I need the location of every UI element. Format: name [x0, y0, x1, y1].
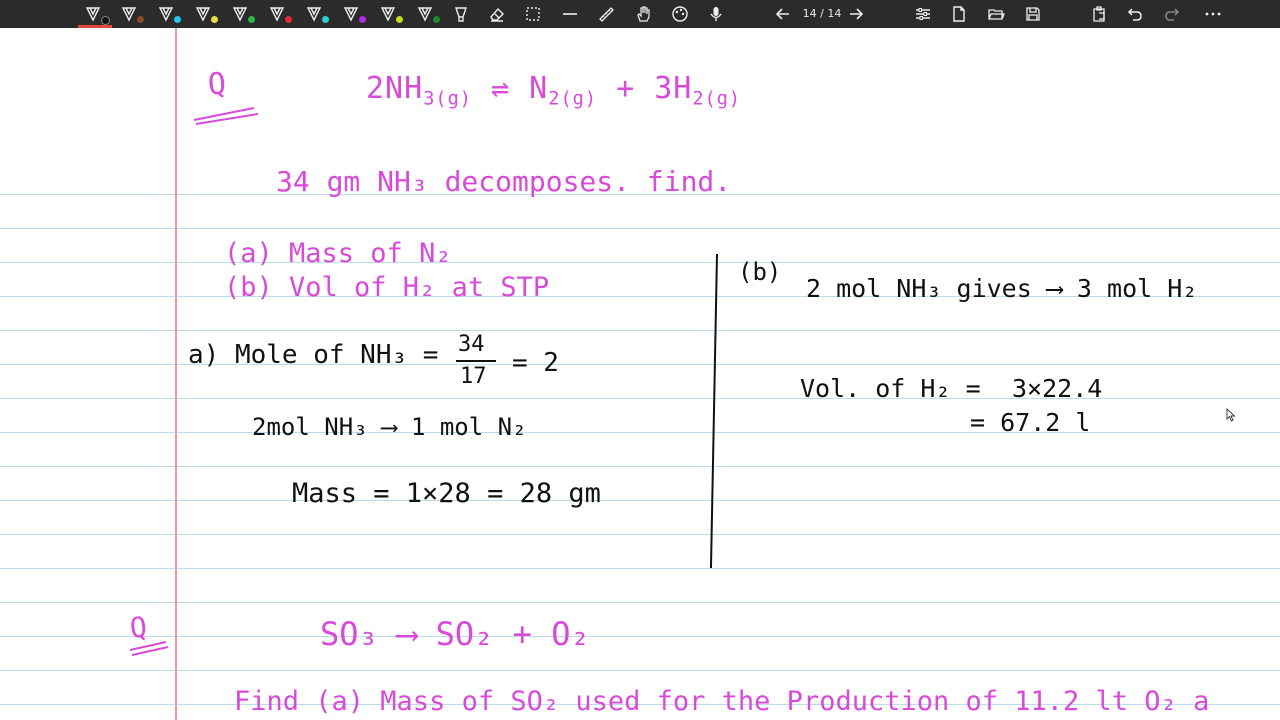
solution-a-fraction-numerator: 34	[458, 332, 485, 357]
more-options-button[interactable]	[1200, 2, 1226, 26]
line-tool[interactable]	[557, 2, 583, 26]
hand-tool[interactable]	[630, 2, 656, 26]
redo-button[interactable]	[1159, 2, 1185, 26]
color-dot-teal	[322, 16, 329, 23]
new-page-button[interactable]	[946, 2, 972, 26]
more-icon	[1205, 12, 1221, 16]
solution-b-ratio: 2 mol NH₃ gives ⟶ 3 mol H₂	[806, 274, 1198, 303]
settings-icon	[916, 8, 930, 20]
line-tool-icon	[563, 13, 577, 15]
redo-icon	[1165, 8, 1180, 21]
color-dot-green	[248, 16, 255, 23]
ruler-tool[interactable]	[593, 2, 619, 26]
ruler-icon	[599, 7, 614, 22]
solution-b-label: (b)	[738, 258, 782, 286]
microphone-button[interactable]	[703, 2, 729, 26]
solution-a-ratio: 2mol NH₃ ⟶ 1 mol N₂	[252, 413, 527, 441]
previous-page-button[interactable]	[770, 2, 796, 26]
solution-b-volume-result: = 67.2 l	[970, 408, 1091, 437]
ruled-line	[0, 262, 1280, 263]
toolbar: 14 / 14	[0, 0, 1280, 28]
ruled-line	[0, 568, 1280, 569]
palette-button[interactable]	[667, 2, 693, 26]
paste-button[interactable]	[1086, 2, 1112, 26]
settings-button[interactable]	[910, 2, 936, 26]
ruled-line	[0, 636, 1280, 637]
color-dot-lime	[396, 16, 403, 23]
column-divider	[709, 254, 718, 568]
margin-line	[175, 28, 177, 720]
color-dot-yellow	[211, 16, 218, 23]
solution-a-fraction-denominator: 17	[460, 364, 487, 389]
mouse-cursor-icon	[1226, 408, 1236, 422]
solution-a-mole: a) Mole of NH₃ =	[188, 340, 439, 370]
pen-icon	[380, 7, 396, 22]
pen-icon	[343, 7, 359, 22]
solution-b-volume: Vol. of H₂ =	[800, 374, 981, 403]
pen-icon	[306, 7, 322, 22]
pen-icon	[85, 7, 101, 22]
color-dot-cyan	[174, 16, 181, 23]
previous-page-icon	[775, 8, 789, 20]
next-page-button[interactable]	[843, 2, 869, 26]
color-dot-darkgreen	[433, 16, 440, 23]
color-dot-black	[101, 16, 110, 25]
clipboard-icon	[1093, 6, 1105, 22]
lasso-select-tool[interactable]	[520, 2, 546, 26]
save-icon	[1026, 7, 1040, 21]
eraser-tool[interactable]	[484, 2, 510, 26]
notebook-canvas[interactable]: Q 2NH3(g) ⇌ N2(g) + 3H2(g) 34 gm NH₃ dec…	[0, 28, 1280, 720]
ruled-line	[0, 500, 1280, 501]
question-1-underline	[193, 107, 259, 125]
pen-icon	[232, 7, 248, 22]
pen-icon	[158, 7, 174, 22]
new-page-icon	[953, 6, 965, 22]
solution-a-mole-result: = 2	[512, 348, 559, 378]
question-1-statement: 34 gm NH₃ decomposes. find.	[276, 165, 732, 198]
question-1-part-b: (b) Vol of H₂ at STP	[224, 272, 550, 303]
question-1-part-a: (a) Mass of N₂	[224, 238, 452, 269]
open-folder-icon	[988, 9, 1005, 20]
ruled-line	[0, 602, 1280, 603]
question-2-underline	[129, 641, 169, 656]
ruled-line	[0, 534, 1280, 535]
pen-icon	[195, 7, 211, 22]
open-file-button[interactable]	[983, 2, 1009, 26]
eraser-icon	[490, 7, 504, 22]
microphone-icon	[710, 7, 722, 21]
color-dot-brown	[137, 16, 144, 23]
color-dot-red	[285, 16, 292, 23]
ruled-line	[0, 330, 1280, 331]
color-dot-purple	[359, 16, 366, 23]
question-2-statement: Find (a) Mass of SO₂ used for the Produc…	[234, 686, 1210, 717]
pen-icon	[269, 7, 285, 22]
page-counter: 14 / 14	[802, 7, 842, 20]
ruled-line	[0, 466, 1280, 467]
pen-icon	[121, 7, 137, 22]
question-1-label: Q	[206, 66, 228, 103]
next-page-icon	[850, 8, 864, 20]
undo-button[interactable]	[1122, 2, 1148, 26]
ruled-line	[0, 670, 1280, 671]
fraction-bar	[456, 360, 496, 362]
solution-a-mass: Mass = 1×28 = 28 gm	[292, 478, 601, 509]
solution-b-volume-calc: 3×22.4	[1012, 374, 1103, 403]
question-2-equation: SO₃ ⟶ SO₂ + O₂	[320, 615, 590, 653]
highlighter-icon	[455, 7, 467, 22]
undo-icon	[1127, 8, 1142, 21]
question-1-equation: 2NH3(g) ⇌ N2(g) + 3H2(g)	[366, 71, 742, 110]
hand-tool-icon	[637, 6, 650, 22]
pen-icon	[417, 7, 433, 22]
palette-icon	[672, 6, 688, 22]
save-button[interactable]	[1020, 2, 1046, 26]
ruled-line	[0, 228, 1280, 229]
lasso-select-icon	[526, 7, 540, 21]
highlighter-tool[interactable]	[448, 2, 474, 26]
